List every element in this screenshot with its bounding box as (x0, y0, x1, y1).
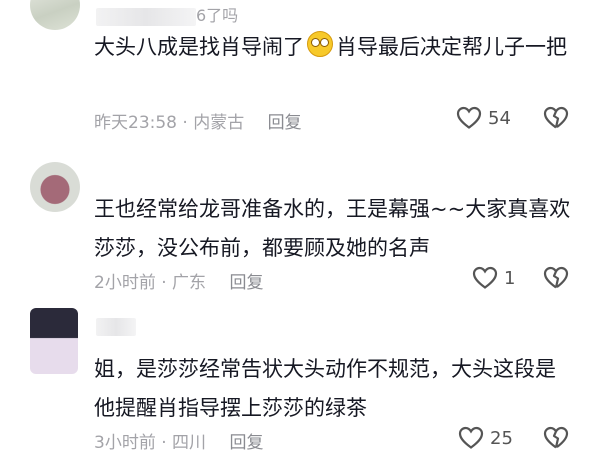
username[interactable] (96, 316, 136, 336)
comment-location: 内蒙古 (193, 113, 245, 133)
comment-time: 3小时前 (94, 433, 156, 453)
comment-location: 四川 (172, 433, 207, 453)
comment-location: 广东 (172, 273, 207, 293)
username-blur (96, 317, 136, 336)
comment-meta: 昨天23:58 · 内蒙古 回复 (94, 108, 302, 133)
like-button[interactable]: 25 (458, 426, 513, 450)
comment-time: 2小时前 (94, 273, 156, 293)
comment-item: 王也经常给龙哥准备水的，王是幕强~~大家真喜欢莎莎，没公布前，都要顾及她的名声 … (0, 150, 600, 300)
grinning-face-emoji-icon (307, 31, 333, 57)
reply-button[interactable]: 回复 (229, 273, 263, 293)
avatar[interactable] (30, 0, 80, 30)
meta-separator: · (161, 433, 167, 453)
comment-meta: 3小时前 · 四川 回复 (94, 428, 263, 453)
avatar[interactable] (30, 162, 80, 212)
broken-heart-icon (543, 106, 569, 130)
comment-text-part2: 肖导最后决定帮儿子一把 (336, 35, 567, 59)
username[interactable]: 6了吗 (96, 2, 238, 26)
like-count: 1 (504, 267, 516, 289)
heart-icon (456, 106, 482, 130)
dislike-button[interactable] (543, 106, 569, 130)
comment-meta: 2小时前 · 广东 回复 (94, 268, 263, 293)
reply-button[interactable]: 回复 (268, 113, 302, 133)
comment-item: 姐，是莎莎经常告状大头动作不规范，大头这段是他提醒肖指导摆上莎莎的绿茶 3小时前… (0, 300, 600, 453)
comment-item: 6了吗 大头八成是找肖导闹了 肖导最后决定帮儿子一把 昨天23:58 · 内蒙古 … (0, 0, 600, 150)
comment-text: 王也经常给龙哥准备水的，王是幕强~~大家真喜欢莎莎，没公布前，都要顾及她的名声 (94, 197, 571, 260)
like-button[interactable]: 54 (456, 106, 511, 130)
reply-button[interactable]: 回复 (229, 433, 263, 453)
like-count: 25 (490, 427, 513, 449)
like-button[interactable]: 1 (472, 266, 515, 290)
meta-separator: · (161, 273, 167, 293)
dislike-button[interactable] (543, 266, 569, 290)
meta-separator: · (182, 113, 188, 133)
comment-text: 大头八成是找肖导闹了 肖导最后决定帮儿子一把 (94, 28, 574, 67)
username-blur (96, 7, 196, 26)
comment-time: 昨天23:58 (94, 113, 177, 133)
broken-heart-icon (543, 426, 569, 450)
username-fragment: 6了吗 (196, 6, 239, 25)
heart-icon (472, 266, 498, 290)
comment-text-part1: 大头八成是找肖导闹了 (94, 35, 304, 59)
dislike-button[interactable] (543, 426, 569, 450)
avatar[interactable] (30, 308, 78, 374)
like-count: 54 (488, 107, 511, 129)
heart-icon (458, 426, 484, 450)
broken-heart-icon (543, 266, 569, 290)
comment-text: 姐，是莎莎经常告状大头动作不规范，大头这段是他提醒肖指导摆上莎莎的绿茶 (94, 357, 556, 420)
